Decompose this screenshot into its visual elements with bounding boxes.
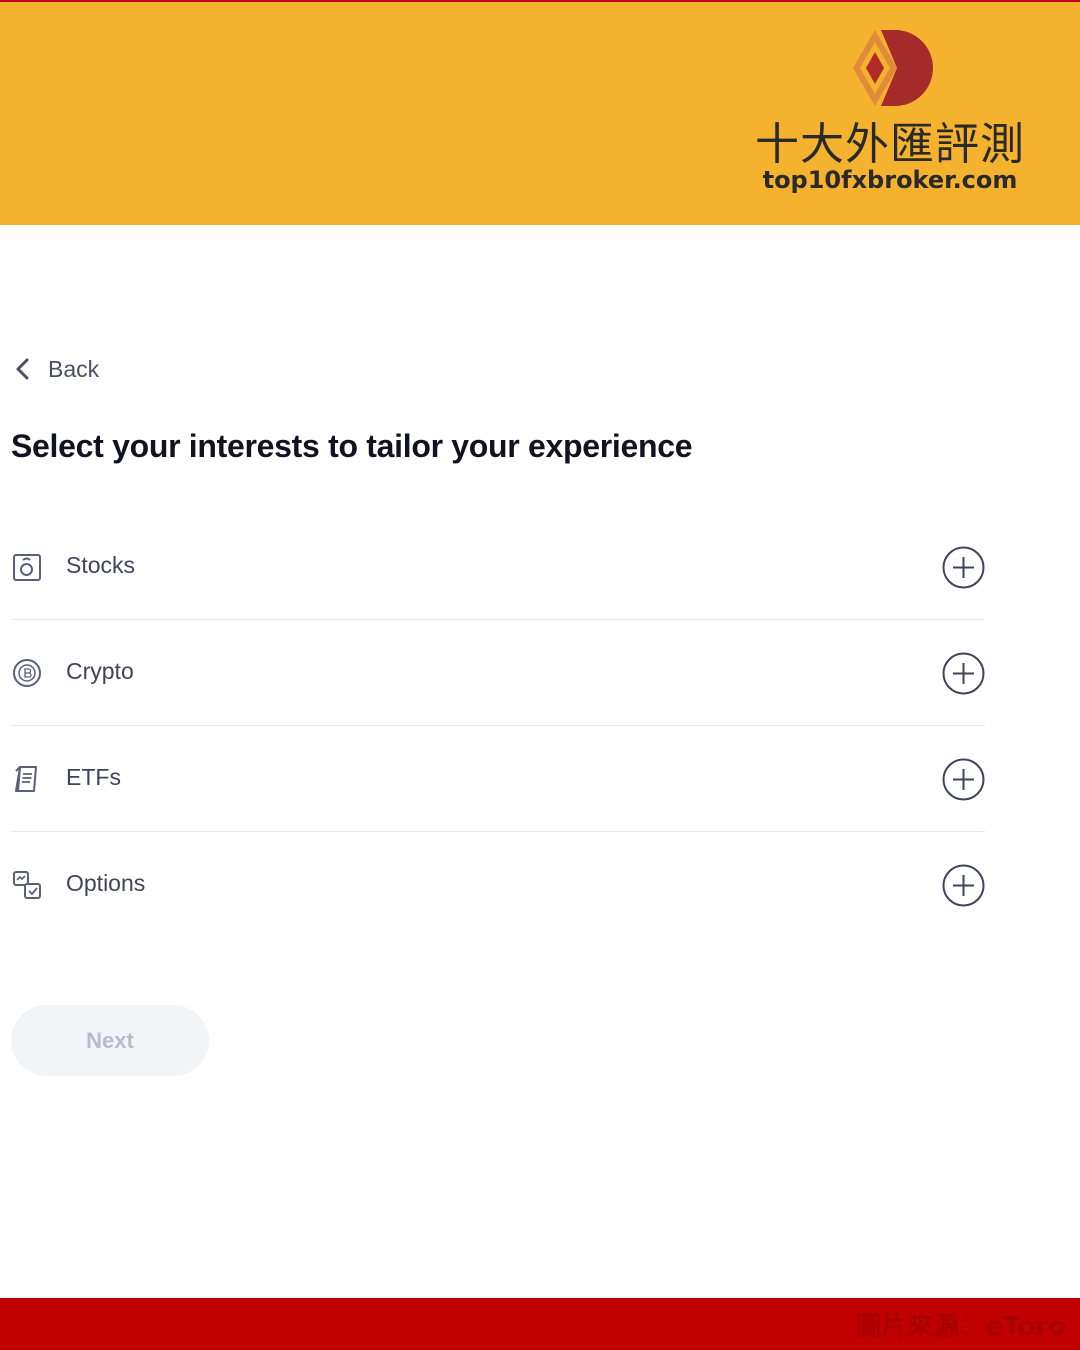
brand-name: 十大外匯評測 <box>755 119 1025 170</box>
footer-bar: 圖片來源：eToro <box>0 1298 1080 1350</box>
plus-circle-icon[interactable] <box>942 652 985 695</box>
back-button[interactable]: Back <box>12 350 99 388</box>
stocks-icon <box>13 554 41 581</box>
plus-circle-icon[interactable] <box>942 864 985 907</box>
chevron-left-icon <box>16 358 29 380</box>
interests-list: Stocks Crypto ETFs Options <box>11 514 985 938</box>
interest-item-crypto[interactable]: Crypto <box>11 620 985 726</box>
etf-document-icon <box>15 766 37 792</box>
brand-url: top10fxbroker.com <box>762 166 1018 194</box>
plus-circle-icon[interactable] <box>942 546 985 589</box>
interest-label: Crypto <box>66 658 134 684</box>
interest-item-etfs[interactable]: ETFs <box>11 726 985 832</box>
page-title: Select your interests to tailor your exp… <box>11 428 693 464</box>
crypto-coin-icon <box>13 659 41 687</box>
interest-item-options[interactable]: Options <box>11 832 985 938</box>
interest-label: ETFs <box>66 764 121 790</box>
back-label: Back <box>48 355 100 382</box>
plus-circle-icon[interactable] <box>942 758 985 801</box>
brand-logo-icon <box>853 30 933 106</box>
image-source-caption: 圖片來源：eToro <box>855 1312 1066 1342</box>
interest-label: Stocks <box>66 552 136 578</box>
interest-item-stocks[interactable]: Stocks <box>11 514 985 620</box>
options-icon <box>13 871 41 899</box>
brand-banner: 十大外匯評測 top10fxbroker.com <box>0 0 1080 225</box>
next-button[interactable]: Next <box>11 1005 209 1076</box>
brand-block: 十大外匯評測 top10fxbroker.com <box>740 24 1040 204</box>
interest-label: Options <box>66 870 146 896</box>
